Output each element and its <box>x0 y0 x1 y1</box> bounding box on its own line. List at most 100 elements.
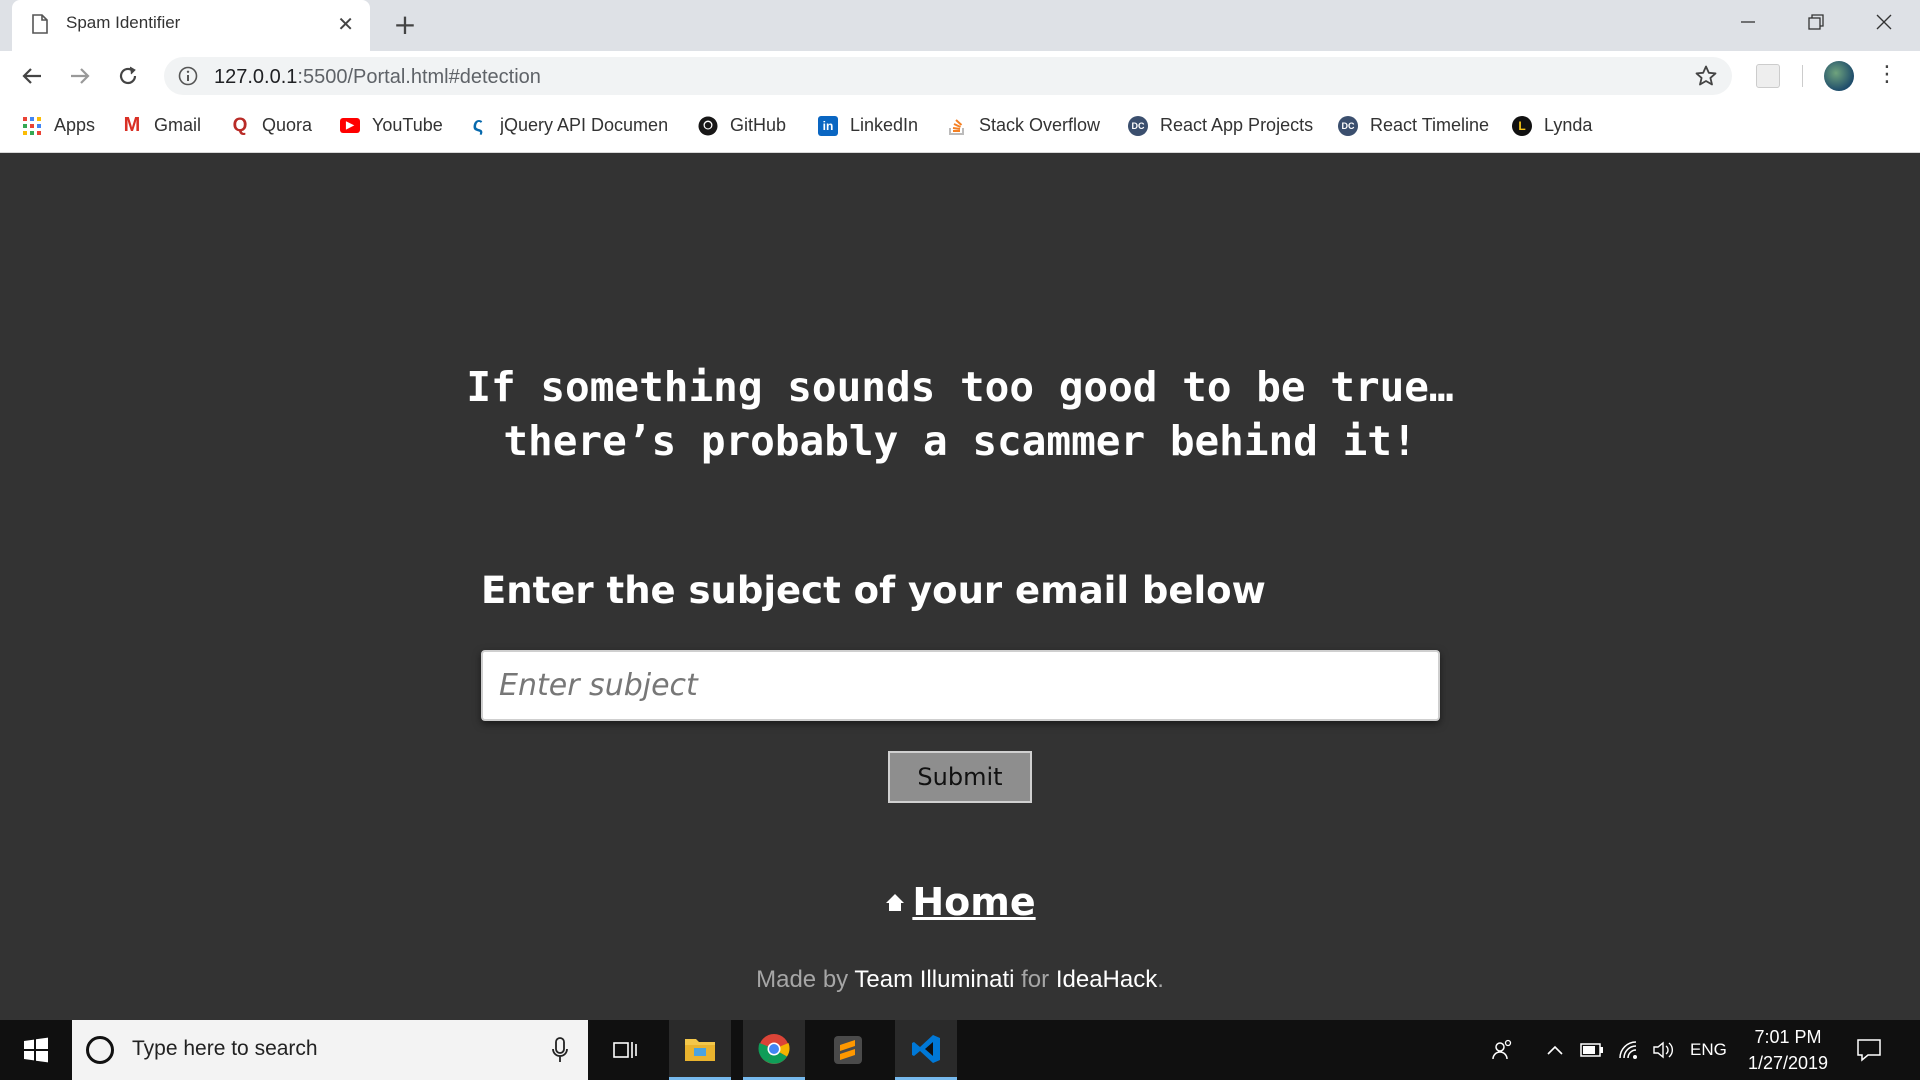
file-explorer-app[interactable] <box>669 1020 731 1080</box>
home-link-top[interactable]: Home <box>0 153 1920 155</box>
cortana-icon <box>86 1036 114 1064</box>
home-link-label[interactable]: Home <box>912 880 1035 924</box>
page-content: Home If something sounds too good to be … <box>0 153 1920 1020</box>
taskbar: Type here to search ENG 7:01 PM 1/27/201… <box>0 1020 1920 1080</box>
system-clock[interactable]: 7:01 PM 1/27/2019 <box>1728 1024 1848 1076</box>
chrome-app[interactable] <box>743 1020 805 1080</box>
restore-button[interactable] <box>1782 0 1850 44</box>
toolbar-divider <box>1802 65 1803 87</box>
bookmark-star-icon[interactable] <box>1694 64 1718 88</box>
credits-event-link[interactable]: IdeaHack <box>1056 966 1157 993</box>
youtube-icon: ▶ <box>340 118 360 133</box>
address-bar[interactable]: 127.0.0.1:5500/Portal.html#detection <box>164 57 1732 95</box>
people-icon[interactable] <box>1490 1020 1514 1080</box>
bookmark-react-app-projects[interactable]: DC React App Projects <box>1128 115 1313 136</box>
reload-icon <box>119 66 137 85</box>
bookmark-github[interactable]: GitHub <box>698 115 786 136</box>
credits-made-by: Made by <box>756 966 849 993</box>
credits-for: for <box>1021 966 1050 993</box>
microphone-icon[interactable] <box>552 1036 568 1064</box>
vscode-icon <box>912 1034 940 1063</box>
volume-icon[interactable] <box>1652 1020 1676 1080</box>
tab-title: Spam Identifier <box>66 13 181 32</box>
lynda-icon: L <box>1512 115 1532 136</box>
forward-button[interactable] <box>64 60 96 92</box>
bookmark-label: Stack Overflow <box>979 115 1101 135</box>
tagline: If something sounds too good to be true…… <box>0 360 1920 468</box>
subject-input[interactable] <box>481 650 1440 721</box>
reload-button[interactable] <box>112 60 144 92</box>
linkedin-icon: in <box>818 115 838 136</box>
info-icon[interactable] <box>178 66 198 86</box>
task-view-icon <box>613 1042 637 1058</box>
tagline-line-1: If something sounds too good to be true… <box>466 363 1454 411</box>
taskbar-search[interactable]: Type here to search <box>72 1020 588 1080</box>
bookmark-stackoverflow[interactable]: Stack Overflow <box>947 115 1100 136</box>
url-path: :5500/Portal.html#detection <box>297 66 541 88</box>
gmail-icon: M <box>123 114 141 136</box>
home-link-bottom[interactable]: Home <box>0 880 1920 924</box>
credits-period: . <box>1157 966 1164 993</box>
wifi-icon[interactable] <box>1618 1020 1640 1080</box>
bookmark-label: LinkedIn <box>850 115 919 135</box>
bookmark-label: Apps <box>54 115 96 135</box>
home-icon <box>886 894 905 911</box>
bookmark-youtube[interactable]: ▶ YouTube <box>340 115 443 136</box>
bookmark-label: GitHub <box>730 115 787 135</box>
task-view-button[interactable] <box>594 1020 656 1080</box>
submit-button[interactable]: Submit <box>888 751 1032 803</box>
bookmark-quora[interactable]: Q Quora <box>230 115 312 136</box>
sublime-icon <box>834 1036 862 1064</box>
menu-kebab-icon[interactable]: ⋮ <box>1876 61 1898 89</box>
github-icon <box>698 116 718 135</box>
new-tab-button[interactable]: + <box>388 8 422 42</box>
page-icon <box>32 14 48 34</box>
bookmark-jquery[interactable]: ς jQuery API Documen <box>468 114 668 136</box>
bookmark-label: React Timeline <box>1370 115 1490 135</box>
search-placeholder: Type here to search <box>132 1037 318 1060</box>
restore-icon <box>1808 14 1824 30</box>
home-link-label[interactable]: Home <box>912 153 1035 155</box>
minimize-button[interactable] <box>1714 0 1782 44</box>
vscode-app[interactable] <box>895 1020 957 1080</box>
bookmark-label: Lynda <box>1544 115 1593 135</box>
dc-icon: DC <box>1128 115 1148 136</box>
sublime-text-app[interactable] <box>817 1020 879 1080</box>
back-arrow-icon <box>22 68 41 84</box>
dc-icon: DC <box>1338 115 1358 136</box>
chevron-up-icon[interactable] <box>1546 1020 1564 1080</box>
jquery-icon: ς <box>472 114 484 136</box>
back-button[interactable] <box>16 60 48 92</box>
bookmark-react-timeline[interactable]: DC React Timeline <box>1338 115 1489 136</box>
tab-strip: Spam Identifier ✕ + <box>0 0 1920 51</box>
battery-icon[interactable] <box>1580 1020 1604 1080</box>
credits-footer: Made by Team Illuminati for IdeaHack. <box>0 966 1920 994</box>
chrome-icon <box>758 1033 790 1064</box>
windows-logo-icon <box>24 1037 48 1063</box>
stackoverflow-icon <box>949 118 964 135</box>
language-indicator[interactable]: ENG <box>1690 1020 1727 1080</box>
start-button[interactable] <box>12 1020 60 1080</box>
bookmarks-bar: Apps M Gmail Q Quora ▶ YouTube ς jQuery … <box>0 101 1920 153</box>
bookmark-label: YouTube <box>372 115 443 135</box>
url-host: 127.0.0.1 <box>214 66 298 88</box>
close-window-button[interactable] <box>1850 0 1918 44</box>
bookmark-lynda[interactable]: L Lynda <box>1512 115 1592 136</box>
bookmark-label: Quora <box>262 115 313 135</box>
notifications-icon[interactable] <box>1856 1020 1882 1080</box>
bookmark-linkedin[interactable]: in LinkedIn <box>818 115 918 136</box>
bookmark-gmail[interactable]: M Gmail <box>122 114 202 136</box>
folder-icon <box>685 1038 715 1061</box>
browser-tab[interactable]: Spam Identifier ✕ <box>12 0 370 51</box>
apps-grid-icon <box>23 116 41 135</box>
bookmark-apps[interactable]: Apps <box>22 115 95 136</box>
extension-icon[interactable] <box>1756 64 1780 88</box>
bookmark-label: Gmail <box>154 115 202 135</box>
minimize-icon <box>1741 21 1755 23</box>
tagline-line-2: there’s probably a scammer behind it! <box>503 417 1417 465</box>
clock-time: 7:01 PM <box>1754 1027 1822 1047</box>
credits-team-link[interactable]: Team Illuminati <box>854 966 1014 993</box>
bookmark-label: React App Projects <box>1160 115 1314 135</box>
close-tab-icon[interactable]: ✕ <box>337 13 354 35</box>
profile-avatar[interactable] <box>1824 61 1854 91</box>
